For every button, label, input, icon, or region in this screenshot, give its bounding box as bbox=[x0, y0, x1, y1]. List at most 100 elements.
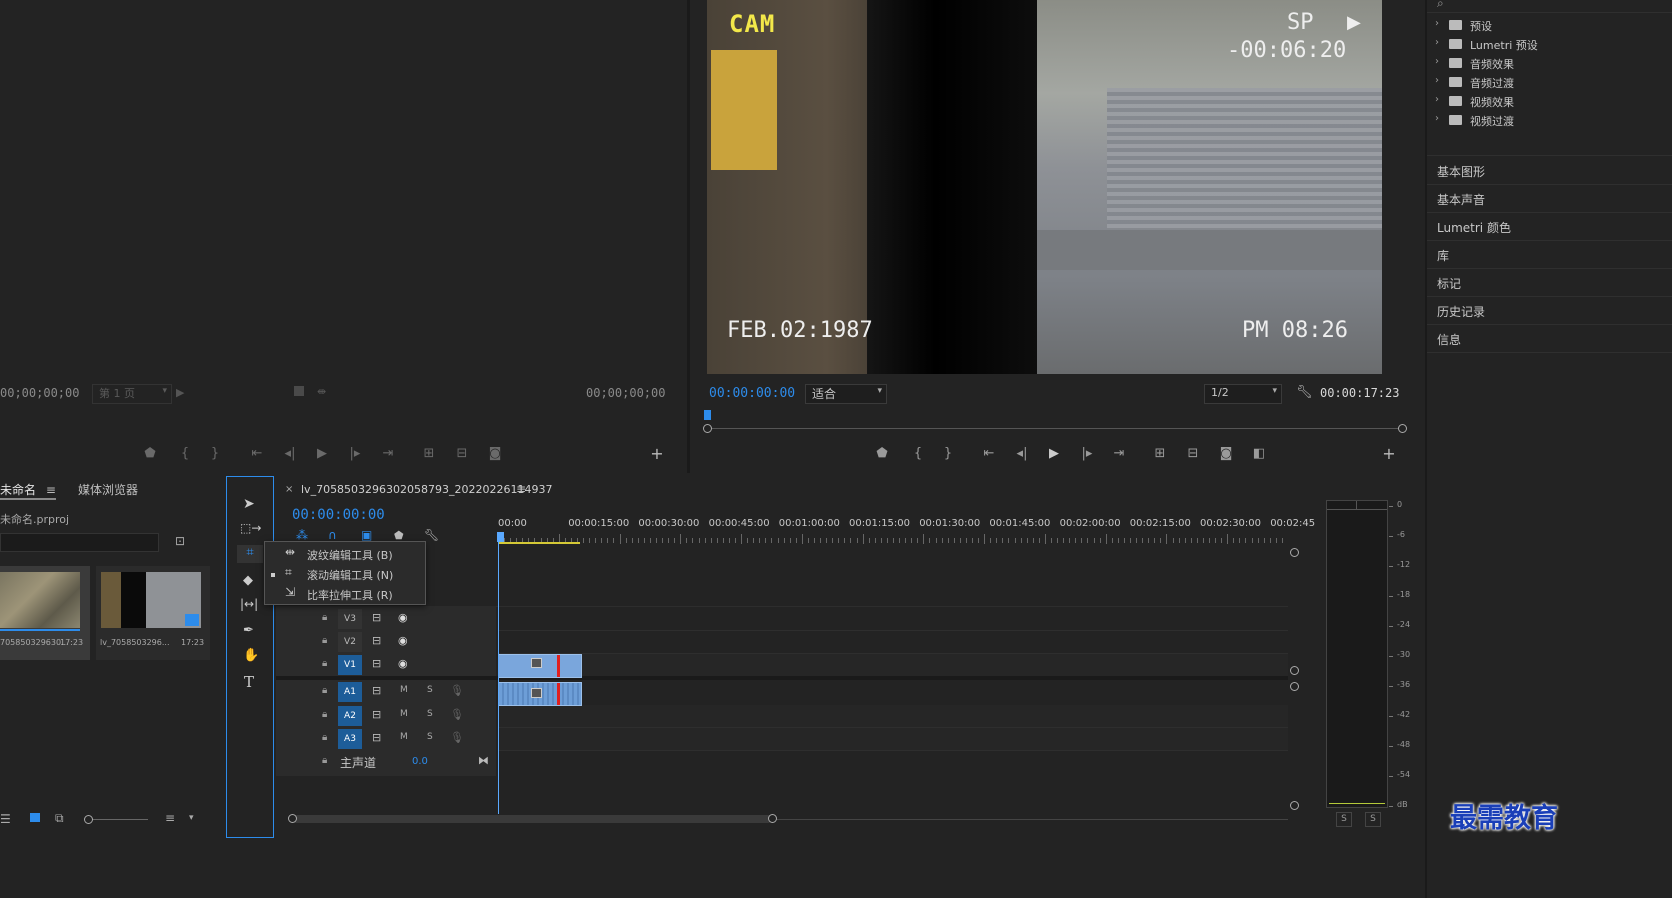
eye-icon[interactable]: ◉ bbox=[398, 634, 408, 647]
close-icon[interactable]: × bbox=[285, 484, 293, 495]
step-back-icon[interactable]: ◂| bbox=[1014, 446, 1030, 462]
mark-in-icon[interactable]: { bbox=[912, 446, 924, 462]
step-forward-icon[interactable]: |▸ bbox=[1079, 446, 1095, 462]
go-to-in-icon[interactable]: ⇤ bbox=[249, 446, 265, 462]
panel-section[interactable]: Lumetri 颜色 bbox=[1427, 213, 1672, 241]
zoom-scroll-right-handle[interactable] bbox=[768, 814, 777, 823]
menu-icon[interactable]: ≡ bbox=[46, 483, 56, 497]
track-lane[interactable] bbox=[498, 704, 1288, 728]
track-divider[interactable] bbox=[276, 676, 1288, 680]
insert-icon[interactable]: ⊞ bbox=[420, 446, 438, 462]
source-page-select[interactable]: 第 1 页 ▾ bbox=[92, 384, 172, 404]
effects-tree-item[interactable]: › 音频效果 bbox=[1427, 54, 1672, 73]
program-scrub-bar[interactable] bbox=[703, 410, 1407, 434]
panel-section[interactable]: 基本图形 bbox=[1427, 157, 1672, 185]
go-to-out-icon[interactable]: ⇥ bbox=[1111, 446, 1127, 462]
project-search-input[interactable] bbox=[0, 533, 159, 552]
overwrite-icon[interactable]: ⊟ bbox=[453, 446, 471, 462]
chevron-right-icon[interactable]: › bbox=[1435, 18, 1439, 29]
linked-selection-icon[interactable]: ∩ bbox=[328, 528, 337, 542]
freeform-view-icon[interactable]: ⧉ bbox=[55, 811, 64, 826]
lift-icon[interactable]: ⊞ bbox=[1151, 446, 1169, 462]
film-icon[interactable]: ⊟ bbox=[372, 611, 381, 624]
eye-icon[interactable]: ◉ bbox=[398, 611, 408, 624]
mark-in-icon[interactable]: { bbox=[179, 446, 191, 462]
timeline-playhead-head[interactable] bbox=[497, 532, 504, 542]
clip-thumb-2[interactable]: lv_7058503296... 17:23 bbox=[96, 566, 210, 660]
microphone-icon[interactable]: 🎙︎ bbox=[450, 684, 464, 697]
lock-icon[interactable]: 🔒︎ bbox=[322, 732, 327, 743]
video-clip[interactable] bbox=[498, 654, 582, 678]
master-track-value[interactable]: 0.0 bbox=[412, 756, 428, 767]
tools-menu-item[interactable]: ⇹ 波纹编辑工具 (B) bbox=[265, 544, 425, 564]
slip-tool-icon[interactable]: |↔| bbox=[240, 597, 258, 611]
track-target-a3[interactable]: A3 bbox=[338, 729, 362, 749]
play-icon[interactable]: ▶ bbox=[1047, 446, 1061, 462]
solo-right-button[interactable]: S bbox=[1365, 812, 1381, 827]
add-button-icon[interactable]: + bbox=[1382, 446, 1396, 462]
microphone-icon[interactable]: 🎙︎ bbox=[450, 731, 464, 744]
step-forward-icon[interactable]: |▸ bbox=[348, 446, 362, 462]
timeline-ruler[interactable]: 00:00 00:00:15:00 00:00:30:00 00:00:45:00 00… bbox=[498, 514, 1318, 546]
effects-tree-item[interactable]: › 视频效果 bbox=[1427, 92, 1672, 111]
track-target-a2[interactable]: A2 bbox=[338, 705, 362, 726]
lock-icon[interactable]: 🔒︎ bbox=[322, 635, 327, 646]
timeline-playhead-line[interactable] bbox=[498, 542, 499, 814]
source-timecode-right[interactable]: 00;00;00;00 bbox=[586, 386, 665, 400]
snap-icon[interactable]: ⁂ bbox=[296, 528, 308, 542]
new-bin-icon[interactable]: ⊡ bbox=[175, 534, 185, 548]
add-button-icon[interactable]: + bbox=[650, 446, 664, 462]
video-scroll-top-handle[interactable] bbox=[1290, 548, 1299, 557]
chevron-right-icon[interactable]: › bbox=[1435, 94, 1439, 105]
microphone-icon[interactable]: 🎙︎ bbox=[450, 708, 464, 721]
chevron-right-icon[interactable]: › bbox=[1435, 75, 1439, 86]
type-tool-icon[interactable]: T bbox=[244, 673, 254, 691]
quality-select[interactable]: 1/2 ▾ bbox=[1204, 384, 1282, 404]
chevron-right-icon[interactable]: › bbox=[1435, 113, 1439, 124]
audio-scroll-bottom-handle[interactable] bbox=[1290, 801, 1299, 810]
hand-tool-icon[interactable]: ✋ bbox=[243, 648, 259, 663]
clip-thumb-1[interactable]: 705850329630... 17:23 bbox=[0, 566, 90, 660]
track-lane[interactable] bbox=[498, 631, 1288, 654]
track-lane[interactable] bbox=[498, 654, 1288, 677]
camera-icon[interactable]: ◙ bbox=[487, 446, 503, 462]
marker-icon[interactable]: ⬟ bbox=[143, 446, 157, 462]
audio-scroll-top-handle[interactable] bbox=[1290, 682, 1299, 691]
selection-tool-icon[interactable]: ➤ bbox=[243, 496, 255, 512]
scrub-start-handle[interactable] bbox=[703, 424, 712, 433]
pen-tool-icon[interactable]: ✒ bbox=[243, 623, 254, 638]
film-icon[interactable]: ⊟ bbox=[372, 634, 381, 647]
chevron-right-icon[interactable]: › bbox=[1435, 56, 1439, 67]
sort-icon[interactable]: ≡ bbox=[165, 811, 175, 825]
track-target-v2[interactable]: V2 bbox=[338, 632, 362, 652]
effects-tree-item[interactable]: › 视频过渡 bbox=[1427, 111, 1672, 130]
tools-menu-item[interactable]: ⌗ 滚动编辑工具 (N) bbox=[265, 564, 425, 584]
fit-select[interactable]: 适合 ▾ bbox=[805, 384, 887, 404]
solo-left-button[interactable]: S bbox=[1336, 812, 1352, 827]
zoom-scroll-bar[interactable] bbox=[292, 815, 772, 823]
camera-icon[interactable]: ◙ bbox=[1218, 446, 1234, 462]
effects-tree-item[interactable]: › Lumetri 预设 bbox=[1427, 35, 1672, 54]
compare-view-icon[interactable]: ◧ bbox=[1250, 446, 1268, 462]
mark-out-icon[interactable]: } bbox=[942, 446, 954, 462]
timeline-timecode[interactable]: 00:00:00:00 bbox=[292, 507, 385, 523]
tab-media-browser[interactable]: 媒体浏览器 bbox=[78, 481, 138, 498]
scrub-end-handle[interactable] bbox=[1398, 424, 1407, 433]
wrench-icon[interactable]: 🔧︎ bbox=[1296, 385, 1313, 400]
program-playhead[interactable] bbox=[704, 410, 711, 420]
video-scroll-bottom-handle[interactable] bbox=[1290, 666, 1299, 675]
razor-tool-icon[interactable]: ◆ bbox=[243, 573, 253, 588]
mute-button[interactable]: M bbox=[400, 732, 408, 742]
film-icon[interactable]: ⊟ bbox=[372, 657, 381, 670]
solo-button[interactable]: S bbox=[427, 709, 433, 719]
drag-audio-icon[interactable]: ⇼ bbox=[317, 385, 326, 398]
step-back-icon[interactable]: ◂| bbox=[283, 446, 297, 462]
search-icon[interactable]: ⌕ bbox=[1437, 0, 1444, 11]
audio-clip[interactable] bbox=[498, 682, 582, 706]
mark-out-icon[interactable]: } bbox=[209, 446, 221, 462]
panel-section[interactable]: 库 bbox=[1427, 241, 1672, 269]
go-to-end-icon[interactable]: ⧓ bbox=[478, 754, 489, 767]
solo-button[interactable]: S bbox=[427, 685, 433, 695]
track-lane[interactable] bbox=[498, 608, 1288, 631]
icon-view-icon[interactable] bbox=[30, 813, 40, 822]
